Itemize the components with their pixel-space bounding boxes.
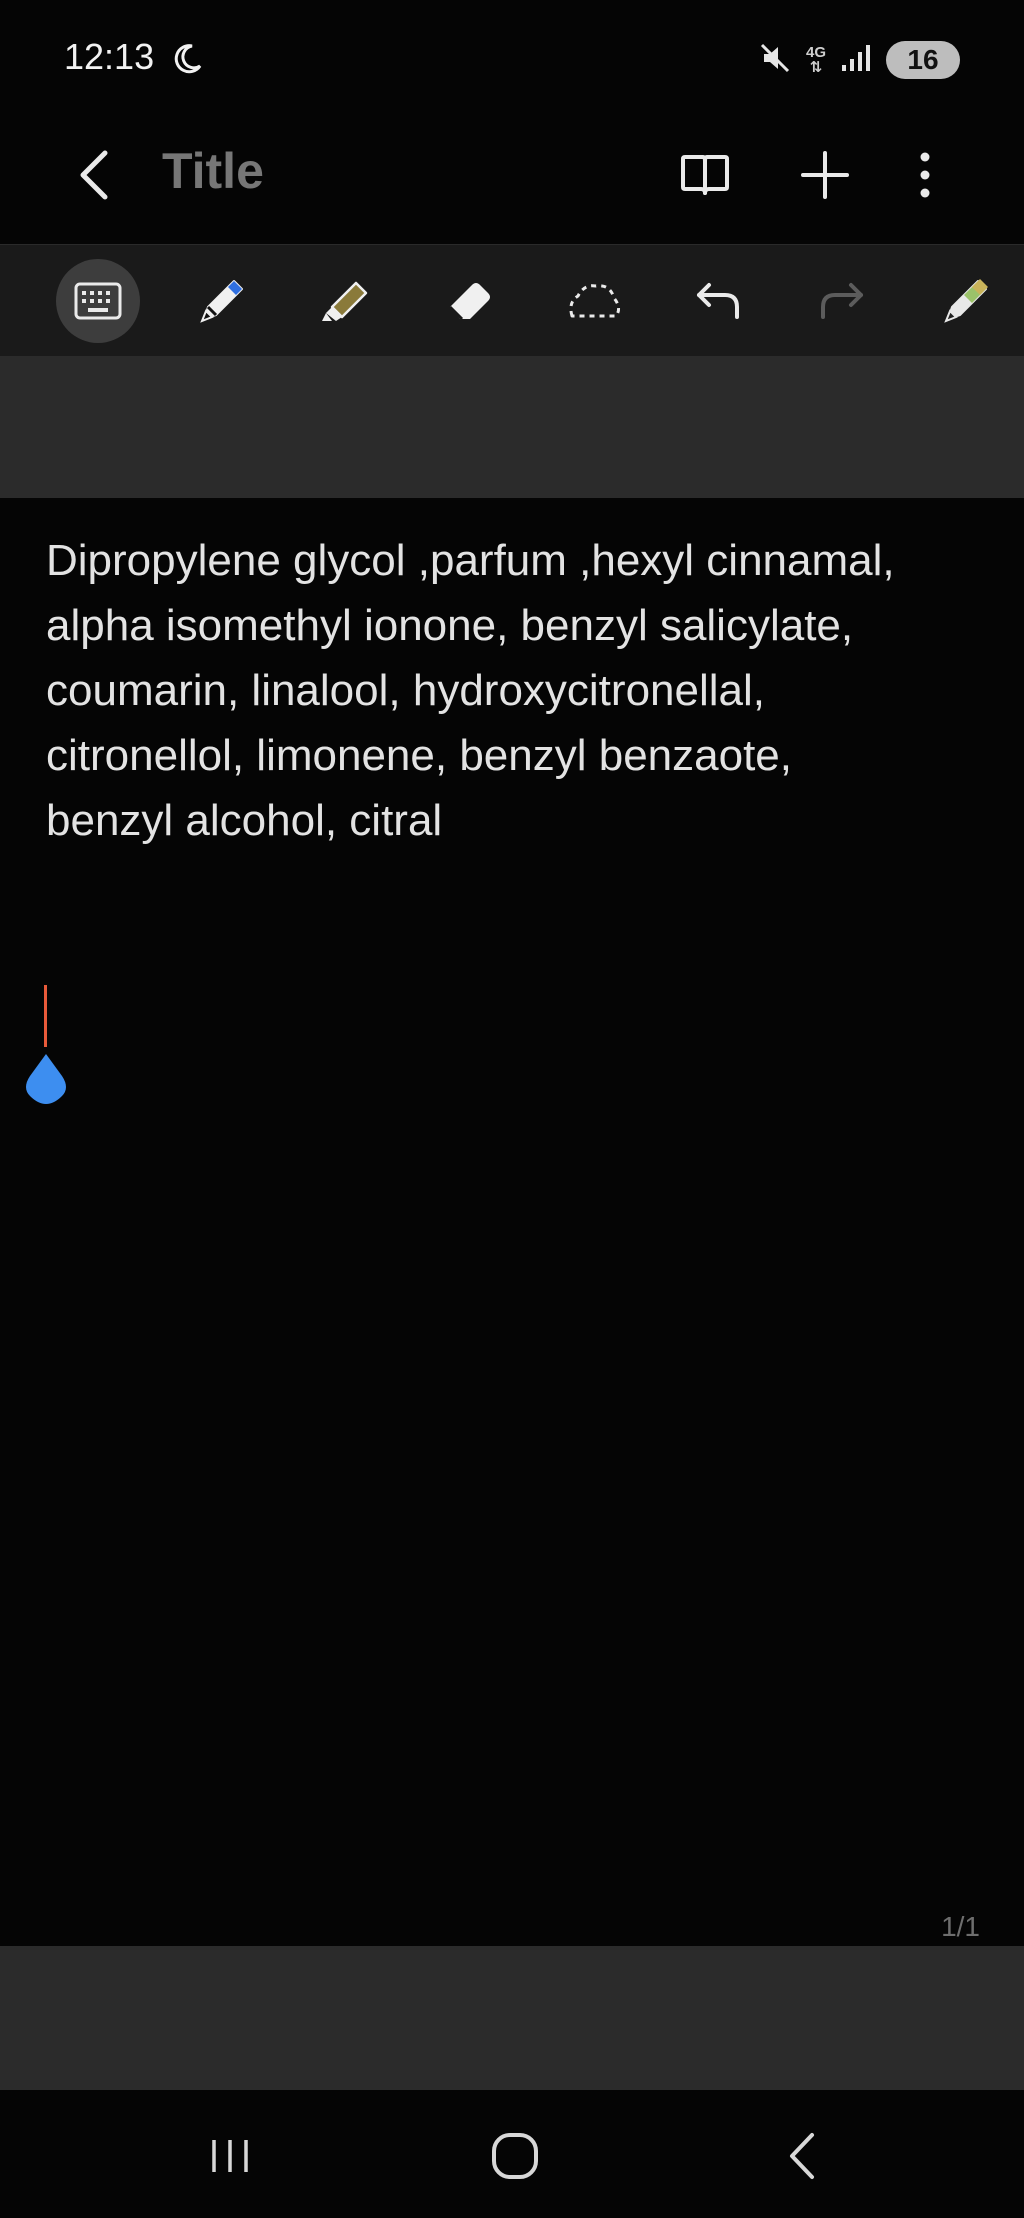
status-icons: 4G ⇅ 16 <box>758 38 960 82</box>
note-line: benzyl alcohol, citral <box>46 796 443 845</box>
nav-back-icon <box>790 2133 814 2179</box>
more-vertical-icon <box>920 152 930 198</box>
eraser-tool-button[interactable] <box>428 259 512 343</box>
redo-icon <box>821 283 863 319</box>
undo-button[interactable] <box>676 259 760 343</box>
book-view-icon <box>681 155 729 195</box>
highlighter-icon <box>322 281 368 321</box>
home-button[interactable] <box>475 2116 555 2196</box>
redo-button[interactable] <box>800 259 884 343</box>
note-text[interactable]: Dipropylene glycol ,parfum ,hexyl cinnam… <box>46 528 996 853</box>
pen-settings-button[interactable] <box>924 259 1008 343</box>
keyboard-mode-button[interactable] <box>56 259 140 343</box>
bottom-panel <box>0 1946 1024 2090</box>
cursor-handle[interactable] <box>22 1052 70 1104</box>
home-icon <box>492 2133 538 2179</box>
system-nav-bar <box>0 2090 1024 2218</box>
moon-icon <box>170 42 204 76</box>
network-label: 4G <box>805 44 826 61</box>
battery-icon: 16 <box>886 41 960 79</box>
back-icon <box>80 150 108 200</box>
mute-icon <box>758 41 792 80</box>
highlighter-tool-button[interactable] <box>304 259 388 343</box>
network-4g-icon: 4G ⇅ <box>805 44 826 76</box>
note-line: alpha isomethyl ionone, benzyl salicylat… <box>46 601 854 650</box>
add-page-button[interactable] <box>790 140 860 210</box>
note-line: Dipropylene glycol ,parfum ,hexyl cinnam… <box>46 536 895 585</box>
back-button[interactable] <box>60 140 130 210</box>
page-indicator: 1/1 <box>941 1911 980 1942</box>
lasso-select-icon <box>569 284 621 318</box>
drawing-toolbar <box>0 244 1024 358</box>
eraser-icon <box>448 283 490 321</box>
recent-apps-button[interactable] <box>190 2116 270 2196</box>
undo-icon <box>697 283 739 319</box>
lasso-select-button[interactable] <box>552 259 636 343</box>
status-bar: 12:13 4G ⇅ 16 <box>0 0 1024 120</box>
note-title[interactable]: Title <box>162 142 264 200</box>
app-bar: Title <box>0 120 1024 244</box>
signal-icon <box>840 43 872 78</box>
more-options-button[interactable] <box>890 140 960 210</box>
pen-settings-icon <box>944 279 988 323</box>
text-cursor <box>44 985 47 1047</box>
note-line: coumarin, linalool, hydroxycitronellal, <box>46 666 765 715</box>
note-canvas[interactable]: Dipropylene glycol ,parfum ,hexyl cinnam… <box>0 498 1024 1946</box>
recent-apps-icon <box>212 2140 248 2172</box>
pen-icon <box>200 280 243 323</box>
status-time: 12:13 <box>64 36 155 77</box>
book-view-button[interactable] <box>670 140 740 210</box>
nav-back-button[interactable] <box>762 2116 842 2196</box>
plus-icon <box>801 151 849 199</box>
note-line: citronellol, limonene, benzyl benzaote, <box>46 731 793 780</box>
pen-tool-button[interactable] <box>180 259 264 343</box>
keyboard-icon <box>74 282 122 320</box>
toolbar-options-band <box>0 356 1024 498</box>
